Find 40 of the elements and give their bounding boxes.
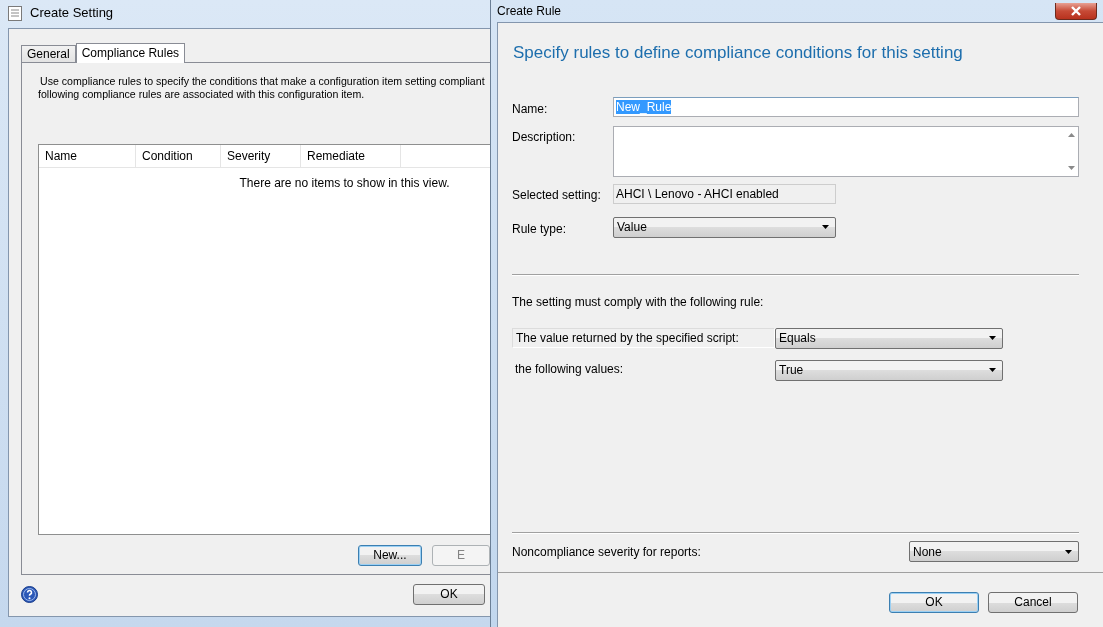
readonly-field: The value returned by the specified script: [512,328,775,348]
scroll-down-icon[interactable] [1067,165,1075,170]
button[interactable]: Cancel [988,592,1078,613]
close-button[interactable] [1055,2,1097,20]
ok-button[interactable]: OK [413,584,485,605]
field-label: Name: [512,100,549,118]
scroll-up-icon[interactable] [1067,132,1075,137]
tab[interactable]: Compliance Rules [75,43,186,63]
dropdown[interactable]: Equals [775,327,1003,349]
close-icon [1070,5,1082,16]
caret-icon [989,336,996,340]
field-label: Rule type: [512,220,568,238]
caret-icon [1065,549,1072,554]
document-icon [8,5,22,21]
dropdown[interactable]: Value [613,216,836,238]
window-title: Create Rule [497,3,562,20]
column-header[interactable]: Name [39,145,136,167]
field-label: the following values: [514,361,625,378]
description-field[interactable] [613,125,1079,177]
description-text: following compliance rules are associated with this configuration item. [38,88,366,101]
dialog-heading: Specify rules to define compliance conditions for this setting [513,42,964,64]
tab[interactable]: General [21,45,76,62]
button[interactable]: New... [358,545,422,566]
column-header[interactable]: Severity [221,145,301,167]
readonly-field: AHCI \ Lenovo - AHCI enabled [613,183,836,204]
field-label: Selected setting: [512,186,602,204]
help-icon[interactable] [21,586,38,603]
caret-icon [822,225,829,229]
field-label: Description: [512,128,577,146]
empty-message: There are no items to show in this view. [239,175,450,192]
dropdown[interactable]: True [775,359,1003,381]
button[interactable]: OK [889,592,979,613]
column-header[interactable]: Condition [136,145,221,167]
rule-text: The setting must comply with the following rule: [512,293,765,311]
caret-icon [989,368,996,372]
description-text: Use compliance rules to specify the conditions that make a configuration item setting compliant [39,75,486,88]
dropdown[interactable]: None [909,541,1079,562]
window-title: Create Setting [30,4,114,23]
column-header[interactable]: Remediate [301,145,401,167]
field-label: Noncompliance severity for reports: [512,543,702,561]
